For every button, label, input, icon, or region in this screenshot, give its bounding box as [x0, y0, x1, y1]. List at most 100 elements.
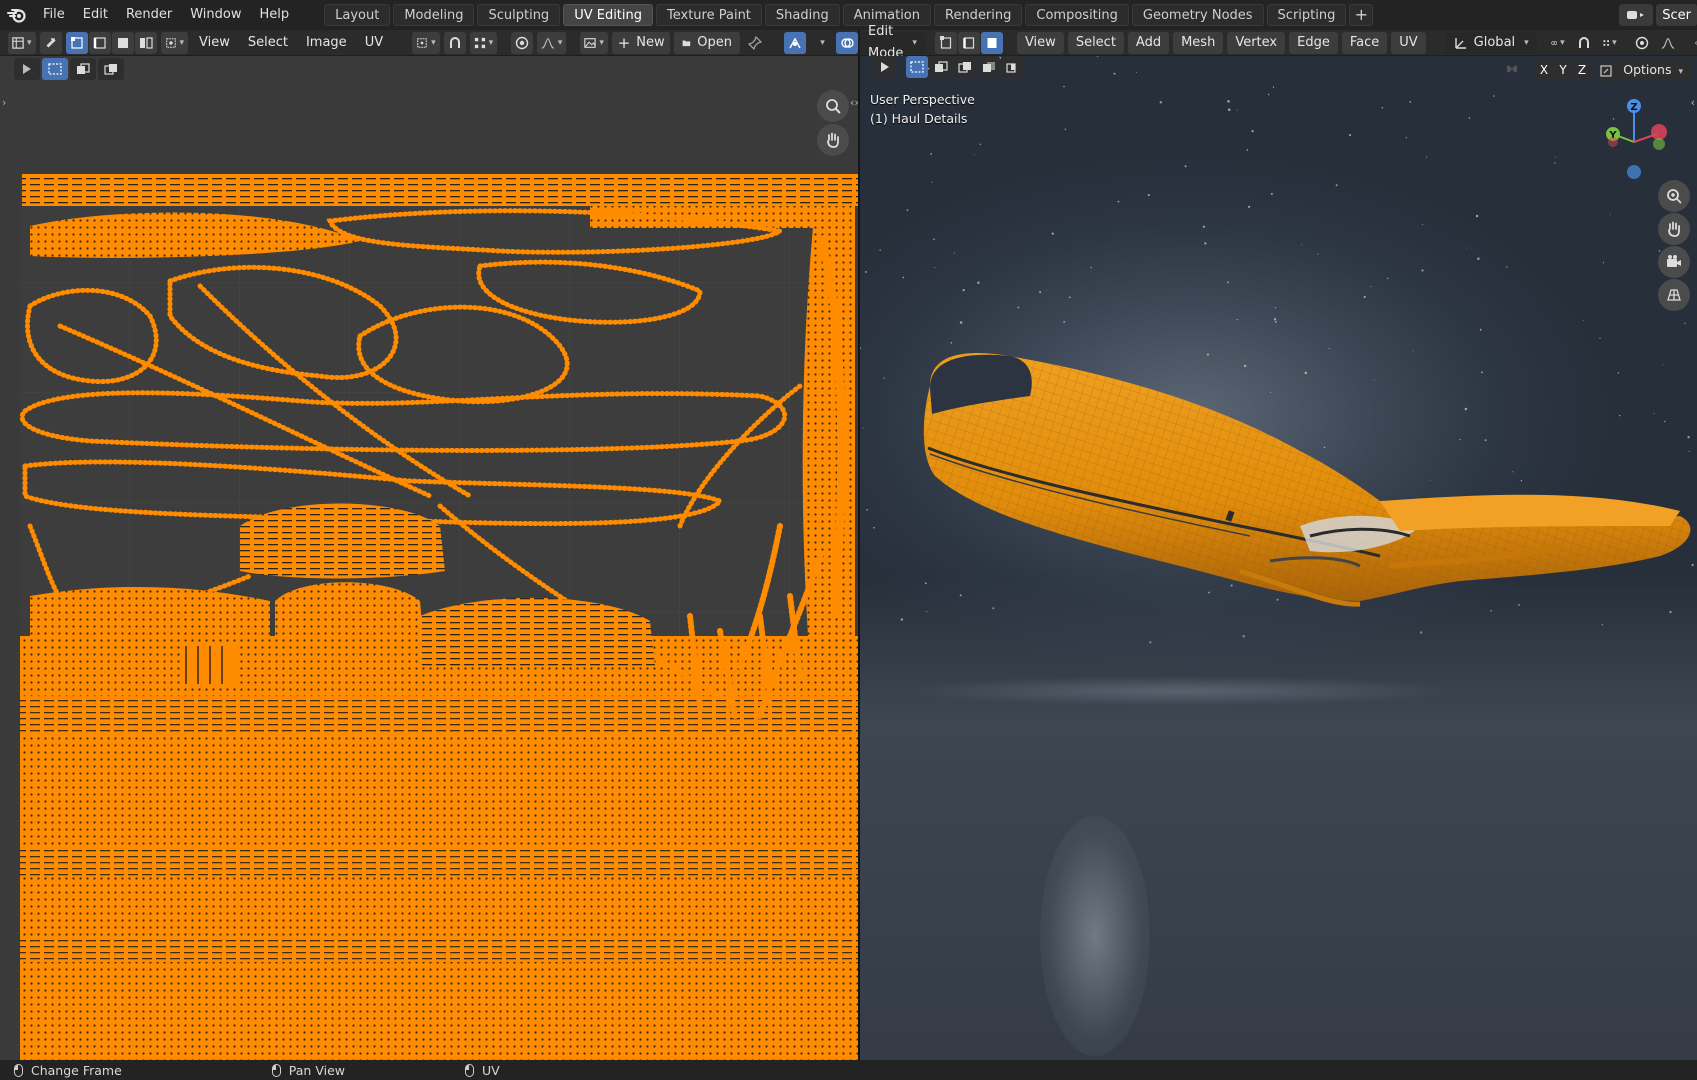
falloff-curve-icon	[541, 37, 555, 49]
neg-y-axis-handle[interactable]	[1653, 138, 1665, 150]
vp-box-select-button[interactable]	[906, 56, 928, 78]
viewport-tool-strip	[874, 56, 1024, 78]
scene-name-field[interactable]: Scer	[1656, 4, 1697, 26]
snap-target-button[interactable]: ▾	[469, 31, 498, 54]
edge-select-button[interactable]	[88, 31, 111, 54]
uv-editor-canvas[interactable]: › ‹›	[0, 56, 858, 1060]
vp-select-invert-button[interactable]	[978, 56, 1000, 78]
tweak-tool-button[interactable]	[14, 58, 40, 80]
uv-map-layout[interactable]	[0, 56, 858, 1060]
sync-selection-button[interactable]	[39, 31, 62, 54]
visibility-button[interactable]: ▾	[1691, 32, 1697, 54]
vp-pivot-button[interactable]: ▾	[1547, 32, 1569, 54]
vp-pan-button[interactable]	[1658, 213, 1690, 245]
vp-zoom-button[interactable]	[1658, 180, 1690, 212]
sticky-selection-button[interactable]: ▾	[160, 31, 188, 54]
vp-falloff-button[interactable]	[1657, 32, 1679, 54]
falloff-button[interactable]: ▾	[537, 31, 567, 54]
3d-viewport[interactable]: User Perspective (1) Haul Details X Y Z …	[860, 56, 1697, 1060]
perspective-toggle-button[interactable]	[1658, 279, 1690, 311]
face-select-button[interactable]	[111, 31, 134, 54]
uv-zoom-button[interactable]	[817, 90, 849, 122]
image-browse-button[interactable]: ▾	[580, 31, 608, 54]
mirror-z-button[interactable]: Z	[1573, 60, 1591, 80]
vp-menu-vertex[interactable]: Vertex	[1227, 31, 1286, 54]
tab-shading[interactable]: Shading	[764, 4, 840, 26]
mesh-vertex-mode-button[interactable]	[934, 31, 957, 54]
spaceship-mesh[interactable]	[860, 56, 1697, 1060]
navigation-axis-gizmo[interactable]: Z Y	[1599, 94, 1679, 184]
mode-dropdown[interactable]: Edit Mode ▾	[860, 24, 925, 61]
vp-menu-uv[interactable]: UV	[1391, 31, 1426, 54]
vertex-select-button[interactable]	[65, 31, 88, 54]
x-axis-handle[interactable]	[1651, 124, 1667, 140]
vp-select-subtract-button[interactable]	[954, 56, 976, 78]
tab-sculpting[interactable]: Sculpting	[477, 4, 561, 26]
camera-view-button[interactable]	[1658, 246, 1690, 278]
vp-menu-select[interactable]: Select	[1067, 31, 1124, 54]
box-extend-button[interactable]	[70, 58, 96, 80]
mirror-y-button[interactable]: Y	[1554, 60, 1572, 80]
snap-toggle-button[interactable]	[443, 31, 466, 54]
neg-x-axis-handle[interactable]	[1608, 137, 1618, 147]
vp-select-extend-button[interactable]	[930, 56, 952, 78]
auto-merge-button[interactable]	[1597, 61, 1615, 81]
tab-layout[interactable]: Layout	[324, 4, 391, 26]
vp-snap-target-button[interactable]: ▾	[1599, 32, 1621, 54]
uv-menu-uv[interactable]: UV	[358, 32, 390, 54]
open-image-button[interactable]: Open	[674, 31, 741, 54]
uv-menu-select[interactable]: Select	[241, 32, 295, 54]
mesh-face-mode-button[interactable]	[980, 31, 1003, 54]
new-image-button[interactable]: + New	[611, 31, 671, 54]
neg-z-axis-handle[interactable]	[1627, 165, 1641, 179]
uv-menu-image[interactable]: Image	[299, 32, 354, 54]
orientation-dropdown[interactable]: Global ▾	[1445, 31, 1537, 54]
tab-geometry-nodes[interactable]: Geometry Nodes	[1131, 4, 1264, 26]
vp-sidebar-toggle-arrow-icon[interactable]: ‹	[1691, 96, 1695, 109]
edge-mode-icon	[963, 36, 975, 49]
menu-window[interactable]: Window	[181, 0, 250, 30]
vp-menu-edge[interactable]: Edge	[1289, 31, 1338, 54]
tab-texture-paint[interactable]: Texture Paint	[656, 4, 762, 26]
vp-falloff-icon	[1661, 37, 1674, 49]
island-select-button[interactable]	[134, 31, 157, 54]
mirror-butterfly-icon[interactable]	[1505, 62, 1519, 76]
toolbar-expand-arrow-icon[interactable]: ›	[2, 96, 6, 109]
mirror-x-button[interactable]: X	[1535, 60, 1553, 80]
add-workspace-button[interactable]: +	[1349, 4, 1374, 26]
tab-modeling[interactable]: Modeling	[393, 4, 475, 26]
vp-snap-button[interactable]	[1573, 32, 1595, 54]
vp-menu-face[interactable]: Face	[1341, 31, 1388, 54]
scene-icon-button[interactable]	[1619, 4, 1654, 26]
pin-image-button[interactable]	[744, 32, 766, 54]
vp-proportional-button[interactable]	[1631, 32, 1653, 54]
tab-uv-editing[interactable]: UV Editing	[563, 4, 654, 26]
menu-edit[interactable]: Edit	[74, 0, 117, 30]
status-pan-view: Pan View	[271, 1063, 345, 1078]
tab-compositing[interactable]: Compositing	[1025, 4, 1129, 26]
menu-render[interactable]: Render	[117, 0, 181, 30]
vp-menu-view[interactable]: View	[1016, 31, 1064, 54]
tab-scripting[interactable]: Scripting	[1266, 4, 1347, 26]
tab-rendering[interactable]: Rendering	[934, 4, 1023, 26]
box-select-tool-button[interactable]	[42, 58, 68, 80]
vp-menu-add[interactable]: Add	[1127, 31, 1170, 54]
blender-logo-icon[interactable]	[0, 0, 34, 30]
pivot-point-button[interactable]: ▾	[412, 31, 440, 54]
vp-select-intersect-button[interactable]	[1002, 56, 1024, 78]
proportional-edit-button[interactable]	[511, 31, 534, 54]
uv-menu-view[interactable]: View	[192, 32, 237, 54]
mesh-edge-mode-button[interactable]	[957, 31, 980, 54]
vp-menu-mesh[interactable]: Mesh	[1173, 31, 1224, 54]
menu-file[interactable]: File	[34, 0, 74, 30]
gizmo-dropdown-button[interactable]: ▾	[810, 32, 832, 54]
overlay-toggle-button[interactable]	[836, 31, 859, 54]
vp-tweak-tool-button[interactable]	[874, 56, 896, 78]
options-dropdown[interactable]: Options ▾	[1615, 60, 1691, 80]
gizmo-toggle-button[interactable]	[784, 31, 807, 54]
region-toggle-arrows-icon[interactable]: ‹›	[850, 96, 858, 109]
menu-help[interactable]: Help	[251, 0, 299, 30]
editor-type-button[interactable]: ▾	[8, 31, 36, 54]
uv-pan-button[interactable]	[817, 124, 849, 156]
box-subtract-button[interactable]	[98, 58, 124, 80]
